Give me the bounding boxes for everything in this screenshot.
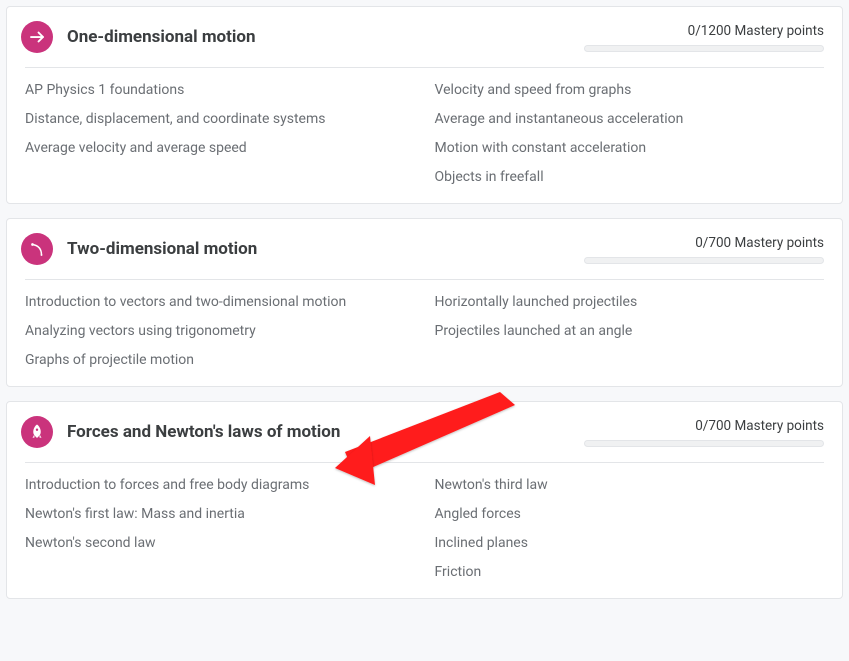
subtopic-link[interactable]: Inclined planes [435,535,825,551]
progress-bar [584,257,824,264]
subtopic-link[interactable]: Newton's third law [435,477,825,493]
mastery-count: 0/1200 [688,23,732,39]
unit-title: Forces and Newton's laws of motion [67,422,584,442]
mastery-block: 0/700 Mastery points [584,418,824,447]
arrow-right-icon [21,21,53,53]
mastery-count: 0/700 [695,418,731,434]
unit-title: Two-dimensional motion [67,239,584,259]
mastery-label: 0/1200 Mastery points [688,23,824,39]
subtopic-link[interactable]: Average and instantaneous acceleration [435,111,825,127]
subtopic-grid: Introduction to vectors and two-dimensio… [7,280,842,386]
arc-icon [21,233,53,265]
subtopic-column: AP Physics 1 foundations Distance, displa… [25,82,435,185]
subtopic-column: Horizontally launched projectiles Project… [435,294,825,368]
subtopic-link[interactable]: Introduction to vectors and two-dimensio… [25,294,415,310]
mastery-block: 0/1200 Mastery points [584,23,824,52]
unit-title: One-dimensional motion [67,27,584,47]
unit-header[interactable]: Two-dimensional motion 0/700 Mastery poin… [7,219,842,279]
mastery-block: 0/700 Mastery points [584,235,824,264]
unit-header[interactable]: One-dimensional motion 0/1200 Mastery poi… [7,7,842,67]
subtopic-link[interactable]: Graphs of projectile motion [25,352,415,368]
subtopic-link[interactable]: Distance, displacement, and coordinate s… [25,111,415,127]
unit-card: Forces and Newton's laws of motion 0/700 … [6,401,843,599]
subtopic-grid: Introduction to forces and free body dia… [7,463,842,598]
unit-header[interactable]: Forces and Newton's laws of motion 0/700 … [7,402,842,462]
subtopic-link[interactable]: Motion with constant acceleration [435,140,825,156]
subtopic-link[interactable]: AP Physics 1 foundations [25,82,415,98]
mastery-label: 0/700 Mastery points [695,418,824,434]
mastery-suffix: Mastery points [734,23,824,39]
subtopic-column: Introduction to vectors and two-dimensio… [25,294,435,368]
subtopic-column: Velocity and speed from graphs Average an… [435,82,825,185]
mastery-suffix: Mastery points [734,235,824,251]
subtopic-link[interactable]: Horizontally launched projectiles [435,294,825,310]
subtopic-link[interactable]: Angled forces [435,506,825,522]
subtopic-link[interactable]: Newton's second law [25,535,415,551]
subtopic-link[interactable]: Newton's first law: Mass and inertia [25,506,415,522]
subtopic-link[interactable]: Friction [435,564,825,580]
subtopic-grid: AP Physics 1 foundations Distance, displa… [7,68,842,203]
subtopic-link[interactable]: Projectiles launched at an angle [435,323,825,339]
subtopic-column: Introduction to forces and free body dia… [25,477,435,580]
mastery-suffix: Mastery points [734,418,824,434]
progress-bar [584,440,824,447]
rocket-icon [21,416,53,448]
mastery-label: 0/700 Mastery points [695,235,824,251]
mastery-count: 0/700 [695,235,731,251]
unit-card: Two-dimensional motion 0/700 Mastery poin… [6,218,843,387]
subtopic-link[interactable]: Velocity and speed from graphs [435,82,825,98]
subtopic-link[interactable]: Introduction to forces and free body dia… [25,477,415,493]
subtopic-link[interactable]: Average velocity and average speed [25,140,415,156]
subtopic-column: Newton's third law Angled forces Inclined … [435,477,825,580]
subtopic-link[interactable]: Analyzing vectors using trigonometry [25,323,415,339]
subtopic-link[interactable]: Objects in freefall [435,169,825,185]
unit-card: One-dimensional motion 0/1200 Mastery poi… [6,6,843,204]
progress-bar [584,45,824,52]
